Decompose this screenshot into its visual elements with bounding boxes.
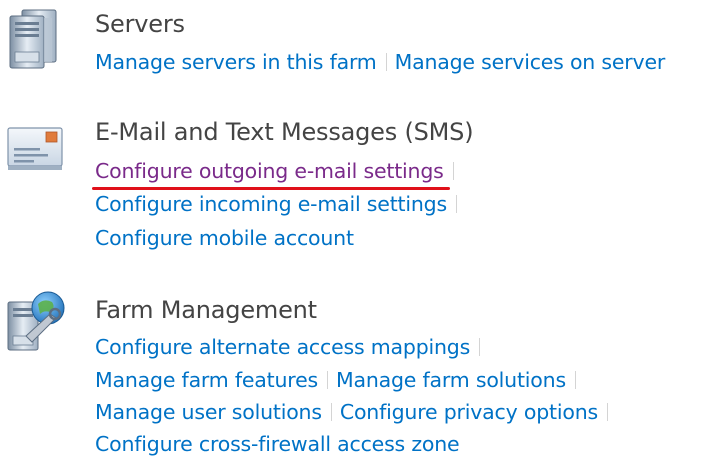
separator <box>574 371 576 389</box>
manage-farm-features-link[interactable]: Manage farm features <box>95 368 318 392</box>
separator <box>452 162 454 180</box>
email-icon <box>7 127 63 170</box>
farm-links-row-1: Configure alternate access mappings <box>95 331 481 363</box>
manage-farm-solutions-link[interactable]: Manage farm solutions <box>336 368 566 392</box>
email-links-row-2: Configure incoming e-mail settings <box>95 188 457 220</box>
farm-links-row-3: Manage user solutions Configure privacy o… <box>95 396 608 428</box>
servers-links-row: Manage servers in this farm Manage servic… <box>95 46 665 78</box>
separator <box>606 403 608 421</box>
configure-outgoing-email-link[interactable]: Configure outgoing e-mail settings <box>95 159 444 183</box>
servers-title: Servers <box>95 10 185 38</box>
configure-cross-firewall-link[interactable]: Configure cross-firewall access zone <box>95 432 460 456</box>
email-links-row-3: Configure mobile account <box>95 222 354 254</box>
manage-servers-link[interactable]: Manage servers in this farm <box>95 50 377 74</box>
highlighted-link-wrapper: Configure outgoing e-mail settings <box>92 155 450 190</box>
manage-user-solutions-link[interactable]: Manage user solutions <box>95 400 322 424</box>
separator <box>455 195 457 213</box>
configure-alternate-access-link[interactable]: Configure alternate access mappings <box>95 335 470 359</box>
configure-privacy-options-link[interactable]: Configure privacy options <box>340 400 598 424</box>
separator <box>479 338 481 356</box>
farm-management-title: Farm Management <box>95 296 317 324</box>
separator <box>326 371 328 389</box>
farm-management-icon <box>7 291 65 351</box>
email-links-row-1: Configure outgoing e-mail settings <box>92 155 454 190</box>
farm-links-row-2: Manage farm features Manage farm solution… <box>95 364 576 396</box>
configure-incoming-email-link[interactable]: Configure incoming e-mail settings <box>95 192 447 216</box>
farm-links-row-4: Configure cross-firewall access zone <box>95 428 460 460</box>
separator <box>330 403 332 421</box>
manage-services-link[interactable]: Manage services on server <box>395 50 666 74</box>
email-title: E-Mail and Text Messages (SMS) <box>95 118 474 146</box>
configure-mobile-account-link[interactable]: Configure mobile account <box>95 226 354 250</box>
servers-icon <box>9 9 57 69</box>
separator <box>385 53 387 71</box>
